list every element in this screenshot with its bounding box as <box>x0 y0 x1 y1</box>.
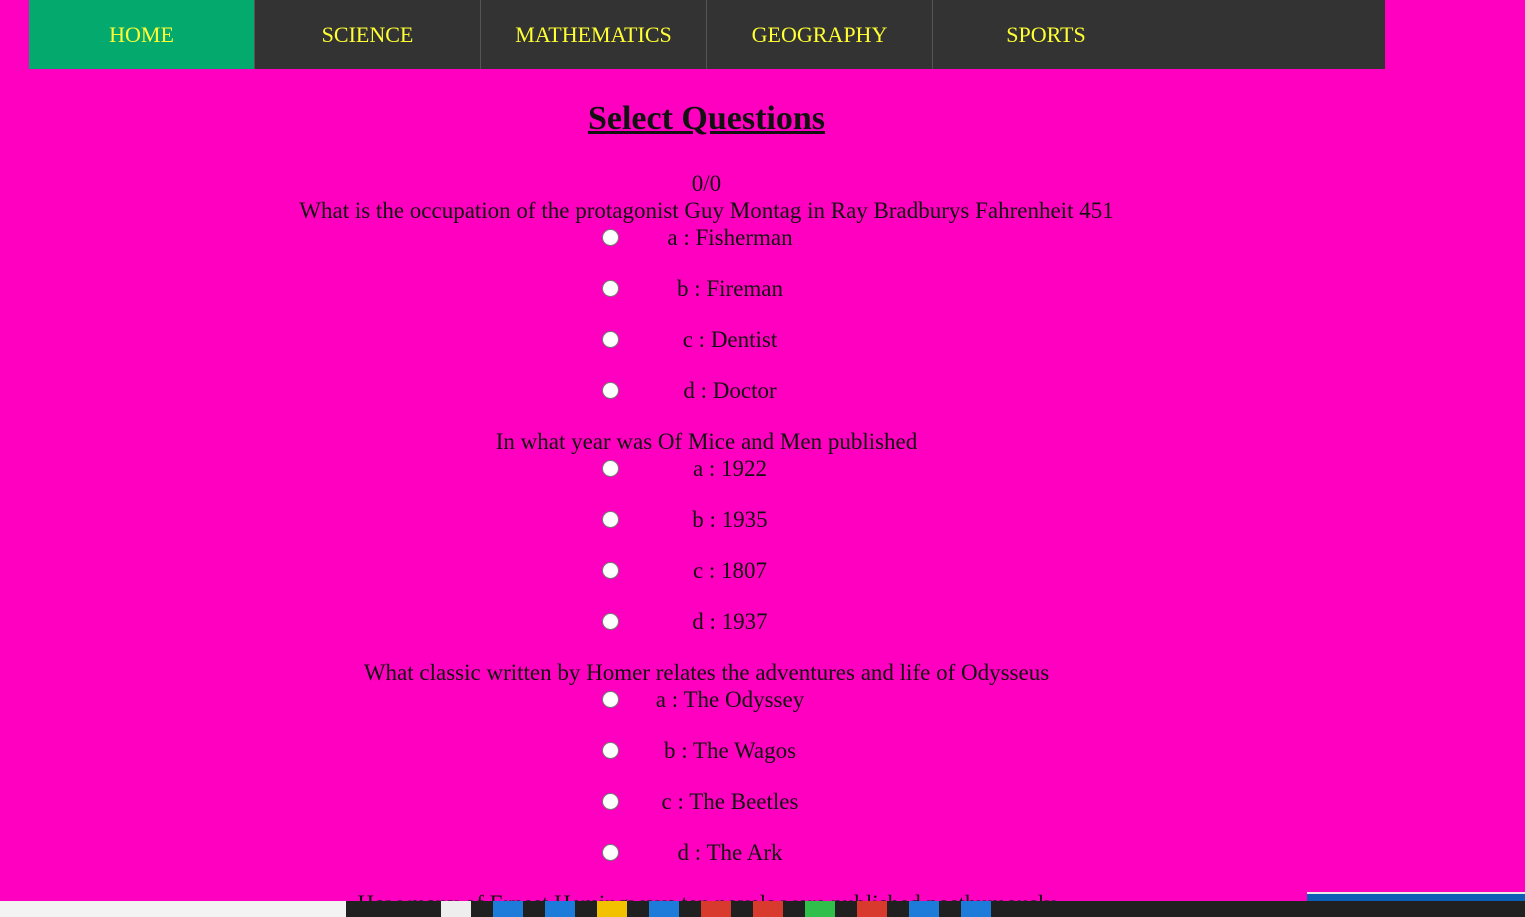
answer-label[interactable]: a : Fisherman <box>630 224 830 251</box>
answer-label[interactable]: a : 1922 <box>630 455 830 482</box>
nav-item-home[interactable]: HOME <box>29 0 255 69</box>
answer-radio[interactable] <box>602 742 619 759</box>
answer-label[interactable]: b : 1935 <box>630 506 830 533</box>
store-icon[interactable] <box>649 901 679 917</box>
app-icon[interactable] <box>753 901 783 917</box>
answer-label[interactable]: d : The Ark <box>630 839 830 866</box>
quiz-content: 0/0 What is the occupation of the protag… <box>0 170 1413 917</box>
answer-radio[interactable] <box>602 793 619 810</box>
answer-option: b : 1935 <box>0 506 1413 557</box>
answer-label[interactable]: a : The Odyssey <box>630 686 830 713</box>
answer-option: d : Doctor <box>0 377 1413 428</box>
answer-label[interactable]: d : 1937 <box>630 608 830 635</box>
question-text: In what year was Of Mice and Men publish… <box>495 429 918 454</box>
answer-radio[interactable] <box>602 844 619 861</box>
answer-option: d : The Ark <box>0 839 1413 890</box>
answer-radio[interactable] <box>602 382 619 399</box>
answer-radio[interactable] <box>602 280 619 297</box>
answer-label[interactable]: c : Dentist <box>630 326 830 353</box>
answer-label[interactable]: c : 1807 <box>630 557 830 584</box>
app-icon[interactable] <box>961 901 991 917</box>
answer-option: b : Fireman <box>0 275 1413 326</box>
answer-label[interactable]: b : The Wagos <box>630 737 830 764</box>
top-nav: HOME SCIENCE MATHEMATICS GEOGRAPHY SPORT… <box>29 0 1385 69</box>
question-text: What classic written by Homer relates th… <box>363 660 1050 685</box>
answer-option: c : 1807 <box>0 557 1413 608</box>
spotify-icon[interactable] <box>805 901 835 917</box>
answer-option: d : 1937 <box>0 608 1413 659</box>
answer-radio[interactable] <box>602 613 619 630</box>
folder-icon[interactable] <box>597 901 627 917</box>
answer-radio[interactable] <box>602 229 619 246</box>
nav-item-geography[interactable]: GEOGRAPHY <box>707 0 933 69</box>
answer-option: a : 1922 <box>0 455 1413 506</box>
os-taskbar <box>0 901 1525 917</box>
question-text: What is the occupation of the protagonis… <box>299 198 1114 223</box>
app-icon[interactable] <box>909 901 939 917</box>
notification-toast[interactable] <box>1307 892 1525 901</box>
answer-option: c : Dentist <box>0 326 1413 377</box>
answer-option: b : The Wagos <box>0 737 1413 788</box>
nav-item-science[interactable]: SCIENCE <box>255 0 481 69</box>
score-counter: 0/0 <box>691 171 722 196</box>
answer-label[interactable]: b : Fireman <box>630 275 830 302</box>
taskbar-search-box[interactable] <box>0 901 346 917</box>
nav-item-sports[interactable]: SPORTS <box>933 0 1159 69</box>
answer-radio[interactable] <box>602 331 619 348</box>
task-view-icon[interactable] <box>441 901 471 917</box>
answer-option: a : Fisherman <box>0 224 1413 275</box>
answer-label[interactable]: c : The Beetles <box>630 788 830 815</box>
chrome-icon[interactable] <box>701 901 731 917</box>
answer-radio[interactable] <box>602 691 619 708</box>
taskbar-apps <box>346 901 1525 917</box>
file-explorer-icon[interactable] <box>545 901 575 917</box>
edge-icon[interactable] <box>493 901 523 917</box>
answer-radio[interactable] <box>602 562 619 579</box>
app-icon[interactable] <box>857 901 887 917</box>
answer-radio[interactable] <box>602 460 619 477</box>
answer-label[interactable]: d : Doctor <box>630 377 830 404</box>
answer-radio[interactable] <box>602 511 619 528</box>
page-title: Select Questions <box>587 100 826 137</box>
answer-option: c : The Beetles <box>0 788 1413 839</box>
answer-option: a : The Odyssey <box>0 686 1413 737</box>
nav-item-mathematics[interactable]: MATHEMATICS <box>481 0 707 69</box>
